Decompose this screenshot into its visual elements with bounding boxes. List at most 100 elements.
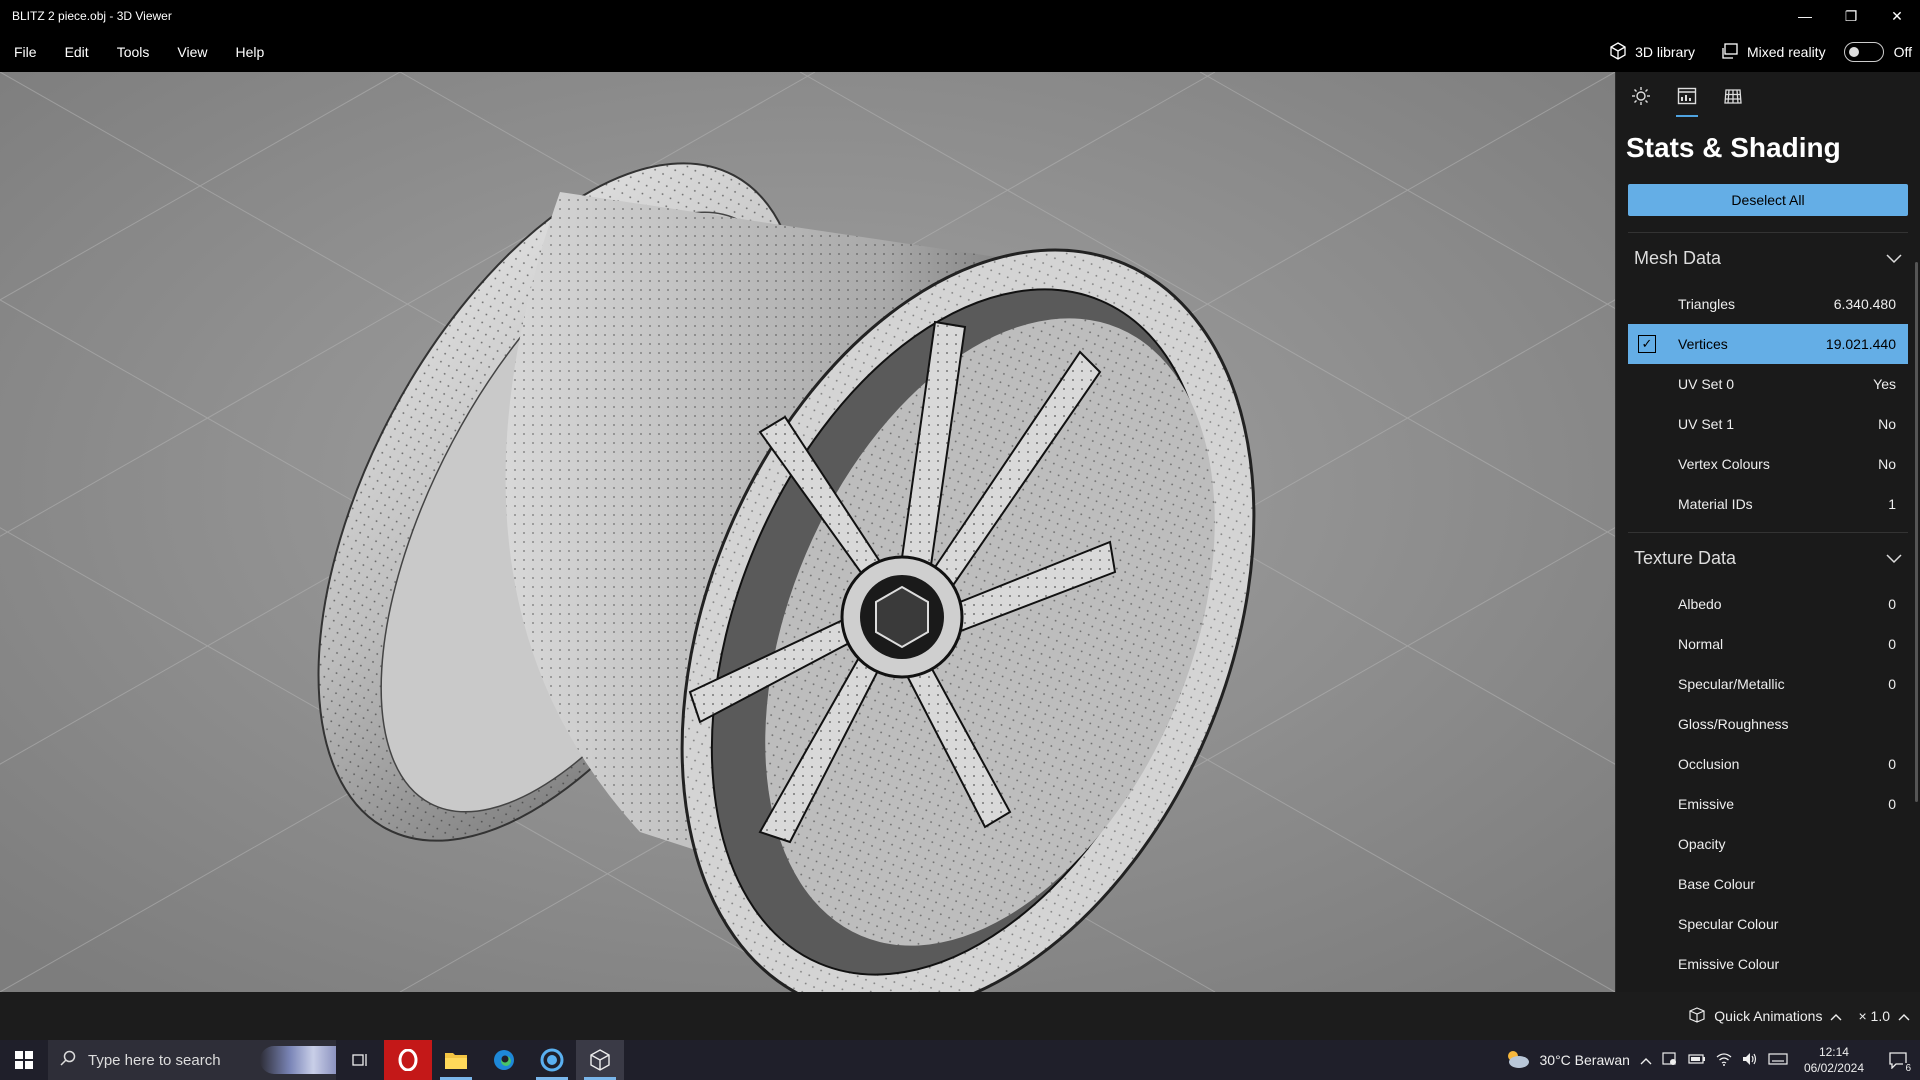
menu-tools[interactable]: Tools (103, 32, 164, 72)
mesh-row-vertex-colours[interactable]: Vertex Colours No (1628, 444, 1908, 484)
animation-speed-button[interactable]: × 1.0 (1858, 1008, 1910, 1024)
row-value: 19.021.440 (1825, 336, 1896, 352)
mesh-data-heading: Mesh Data (1634, 248, 1722, 268)
app-circle-icon[interactable] (528, 1040, 576, 1080)
file-explorer-icon[interactable] (432, 1040, 480, 1080)
row-label: Vertex Colours (1678, 456, 1770, 472)
windows-logo-icon (15, 1051, 33, 1069)
mixed-reality-toggle[interactable] (1843, 42, 1884, 62)
3d-viewport[interactable] (0, 72, 1615, 992)
taskbar-search-box[interactable]: Type here to search (48, 1040, 336, 1080)
3d-library-label: 3D library (1635, 44, 1695, 60)
cube-icon (1609, 41, 1627, 63)
row-label: Triangles (1678, 296, 1736, 312)
texture-row-gloss-roughness[interactable]: Gloss/Roughness (1628, 704, 1908, 744)
keyboard-icon[interactable] (1768, 1052, 1788, 1068)
notification-count-badge: 6 (1903, 1063, 1913, 1074)
texture-data-section-header[interactable]: Texture Data (1628, 532, 1908, 584)
row-value: 0 (1888, 636, 1896, 652)
minimize-button[interactable]: — (1782, 0, 1828, 32)
chevron-down-icon (1886, 248, 1902, 269)
texture-row-emissive-colour[interactable]: Emissive Colour (1628, 944, 1908, 984)
quick-animations-button[interactable]: Quick Animations (1688, 1006, 1842, 1026)
row-label: UV Set 1 (1678, 416, 1735, 432)
search-icon (60, 1050, 76, 1070)
row-value: 0 (1888, 796, 1896, 812)
texture-row-specular-colour[interactable]: Specular Colour (1628, 904, 1908, 944)
row-value: 6.340.480 (1833, 296, 1896, 312)
weather-text[interactable]: 30°C Berawan (1540, 1052, 1630, 1068)
row-label: UV Set 0 (1678, 376, 1735, 392)
taskbar-clock[interactable]: 12:14 06/02/2024 (1798, 1044, 1870, 1076)
texture-row-base-colour[interactable]: Base Colour (1628, 864, 1908, 904)
title-bar: BLITZ 2 piece.obj - 3D Viewer — ❐ ✕ (0, 0, 1920, 32)
stats-panel: Stats & Shading Deselect All Mesh Data T… (1615, 72, 1920, 992)
weather-cloud-icon[interactable] (1504, 1049, 1530, 1072)
clock-date: 06/02/2024 (1803, 1061, 1864, 1075)
deselect-all-button[interactable]: Deselect All (1628, 184, 1908, 216)
chevron-down-icon (1886, 548, 1902, 569)
panel-scrollbar[interactable] (1915, 262, 1918, 802)
mixed-reality-button[interactable]: Mixed reality (1713, 42, 1834, 63)
texture-row-specular-metallic[interactable]: Specular/Metallic 0 (1628, 664, 1908, 704)
notification-center-button[interactable]: 6 (1880, 1040, 1916, 1080)
row-value: 0 (1888, 676, 1896, 692)
texture-row-occlusion[interactable]: Occlusion 0 (1628, 744, 1908, 784)
start-button[interactable] (0, 1040, 48, 1080)
restore-button[interactable]: ❐ (1828, 0, 1874, 32)
mesh-row-uv-set-0[interactable]: UV Set 0 Yes (1628, 364, 1908, 404)
toggle-state-label: Off (1893, 44, 1912, 60)
task-view-icon[interactable] (336, 1040, 384, 1080)
row-label: Base Colour (1678, 876, 1756, 892)
3d-library-button[interactable]: 3D library (1601, 41, 1703, 63)
texture-row-opacity[interactable]: Opacity (1628, 824, 1908, 864)
menu-bar: File Edit Tools View Help 3D library Mix… (0, 32, 1920, 72)
window-title: BLITZ 2 piece.obj - 3D Viewer (12, 9, 172, 23)
menu-edit[interactable]: Edit (51, 32, 103, 72)
lighting-tab-icon[interactable] (1628, 83, 1654, 109)
row-label: Emissive (1678, 796, 1735, 812)
animation-icon (1688, 1006, 1706, 1026)
row-label: Material IDs (1678, 496, 1753, 512)
menu-help[interactable]: Help (221, 32, 278, 72)
mesh-row-uv-set-1[interactable]: UV Set 1 No (1628, 404, 1908, 444)
tray-app-icon[interactable] (1662, 1051, 1678, 1070)
grid-tab-icon[interactable] (1720, 83, 1746, 109)
row-value: 0 (1888, 596, 1896, 612)
menu-file[interactable]: File (0, 32, 51, 72)
wifi-icon[interactable] (1716, 1052, 1732, 1069)
panel-title: Stats & Shading (1626, 132, 1841, 163)
row-label: Specular Colour (1678, 916, 1779, 932)
row-value: Yes (1873, 376, 1896, 392)
clock-time: 12:14 (1818, 1045, 1849, 1059)
texture-row-emissive[interactable]: Emissive 0 (1628, 784, 1908, 824)
row-label: Albedo (1678, 596, 1722, 612)
menu-view[interactable]: View (163, 32, 221, 72)
battery-icon[interactable] (1688, 1052, 1706, 1068)
3d-viewer-taskbar-icon[interactable] (576, 1040, 624, 1080)
speed-label: × 1.0 (1858, 1008, 1890, 1024)
mesh-data-section-header[interactable]: Mesh Data (1628, 232, 1908, 284)
mesh-row-triangles[interactable]: Triangles 6.340.480 (1628, 284, 1908, 324)
row-label: Specular/Metallic (1678, 676, 1785, 692)
mesh-row-material-ids[interactable]: Material IDs 1 (1628, 484, 1908, 524)
texture-row-normal[interactable]: Normal 0 (1628, 624, 1908, 664)
row-value: No (1878, 456, 1896, 472)
edge-browser-icon[interactable] (480, 1040, 528, 1080)
row-label: Occlusion (1678, 756, 1740, 772)
chevron-up-icon[interactable] (1640, 1052, 1652, 1068)
mesh-row-vertices[interactable]: ✓ Vertices 19.021.440 (1628, 324, 1908, 364)
close-button[interactable]: ✕ (1874, 0, 1920, 32)
checkbox-checked-icon[interactable]: ✓ (1638, 335, 1656, 353)
volume-icon[interactable] (1742, 1052, 1758, 1069)
chevron-up-icon (1830, 1008, 1842, 1024)
row-value: 1 (1888, 496, 1896, 512)
mixed-reality-icon (1721, 42, 1739, 63)
stats-tab-icon[interactable] (1674, 83, 1700, 117)
row-label: Emissive Colour (1678, 956, 1780, 972)
opera-browser-icon[interactable] (384, 1040, 432, 1080)
texture-data-heading: Texture Data (1634, 548, 1737, 568)
status-bar: Quick Animations × 1.0 (0, 992, 1920, 1040)
texture-row-albedo[interactable]: Albedo 0 (1628, 584, 1908, 624)
windows-taskbar: Type here to search 30°C Berawan 12:14 0… (0, 1040, 1920, 1080)
